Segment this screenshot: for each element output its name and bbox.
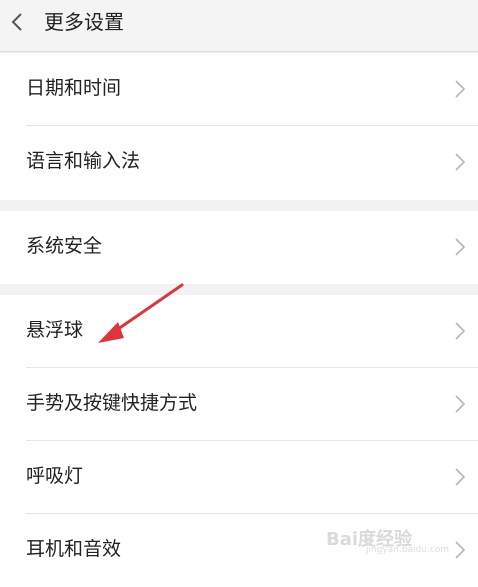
settings-item-date-time[interactable]: 日期和时间	[0, 53, 478, 126]
settings-item-label: 语言和输入法	[26, 148, 140, 174]
chevron-right-icon	[454, 394, 466, 414]
watermark: Bai度经验 jingyan.baidu.com	[320, 525, 470, 561]
settings-item-breathing-light[interactable]: 呼吸灯	[0, 441, 478, 514]
settings-item-label: 手势及按键快捷方式	[26, 390, 197, 416]
settings-item-gestures-shortcuts[interactable]: 手势及按键快捷方式	[0, 368, 478, 441]
chevron-right-icon	[454, 79, 466, 99]
settings-group-1: 日期和时间 语言和输入法	[0, 53, 478, 200]
settings-item-label: 呼吸灯	[26, 463, 83, 489]
chevron-right-icon	[454, 152, 466, 172]
settings-item-label: 悬浮球	[26, 317, 83, 343]
chevron-right-icon	[454, 321, 466, 341]
page-title: 更多设置	[44, 9, 124, 35]
settings-item-label: 日期和时间	[26, 75, 121, 101]
chevron-right-icon	[454, 467, 466, 487]
settings-item-floating-ball[interactable]: 悬浮球	[0, 295, 478, 368]
settings-item-label: 耳机和音效	[26, 536, 121, 562]
settings-group-2: 系统安全	[0, 211, 478, 284]
watermark-url: jingyan.baidu.com	[366, 545, 449, 555]
settings-item-label: 系统安全	[26, 233, 102, 259]
settings-item-system-security[interactable]: 系统安全	[0, 211, 478, 284]
red-arrow-annotation	[90, 280, 190, 350]
chevron-left-icon[interactable]	[6, 10, 30, 34]
top-bar: 更多设置	[0, 0, 478, 52]
chevron-right-icon	[454, 237, 466, 257]
settings-item-language-input[interactable]: 语言和输入法	[0, 126, 478, 199]
